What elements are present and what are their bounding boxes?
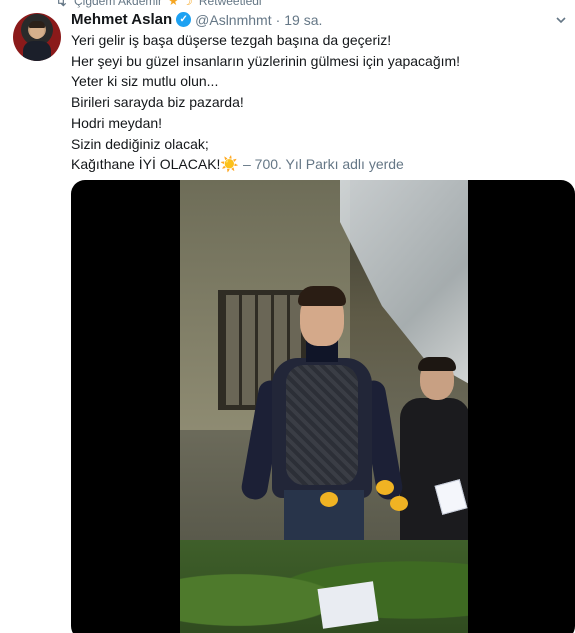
sun-emoji: ☀️ (220, 156, 240, 174)
tweet-line: Yeri gelir iş başa düşerse tezgah başına… (71, 32, 392, 48)
tweet-text: Yeri gelir iş başa düşerse tezgah başına… (71, 30, 566, 176)
place-link[interactable]: – 700. Yıl Parkı adlı yerde (243, 156, 404, 172)
tweet-line: Her şeyi bu güzel insanların yüzlerinin … (71, 52, 461, 69)
star-emoji: ★ ☽ (168, 0, 193, 8)
retweet-context: Çiğdem Akdemir ★ ☽ Retweetledi (54, 0, 262, 8)
tweet-header: Mehmet Aslan ✓ @Aslnmhmt · 19 sa. (71, 11, 322, 28)
retweet-suffix: Retweetledi (198, 0, 262, 8)
chevron-down-icon[interactable] (555, 14, 567, 26)
tweet-line: Kağıthane İYİ OLACAK! (71, 156, 221, 173)
tweet-line: Birileri sarayda biz pazarda! (71, 94, 244, 111)
author-handle[interactable]: @Aslnmhmt (195, 12, 271, 28)
author-avatar[interactable] (13, 13, 61, 61)
tweet-line: Sizin dediğiniz olacak; (71, 135, 209, 152)
lemon (376, 480, 394, 495)
verified-badge-icon: ✓ (176, 12, 192, 27)
video-frame[interactable] (180, 180, 468, 633)
tweet-line-last: Kağıthane İYİ OLACAK!☀️ – 700. Yıl Parkı… (71, 154, 566, 176)
tweet-line: Hodri meydan! (71, 114, 163, 131)
author-name[interactable]: Mehmet Aslan (71, 11, 172, 28)
separator: · (275, 11, 281, 28)
lemon (320, 492, 338, 507)
retweet-icon (58, 0, 67, 7)
retweeter-name[interactable]: Çiğdem Akdemir (74, 0, 162, 8)
tweet-line: Yeter ki siz mutlu olun... (71, 73, 219, 90)
tweet-video[interactable] (71, 180, 575, 633)
tweet-timestamp[interactable]: 19 sa. (284, 12, 322, 28)
lemon (390, 496, 408, 511)
papers (317, 581, 379, 629)
